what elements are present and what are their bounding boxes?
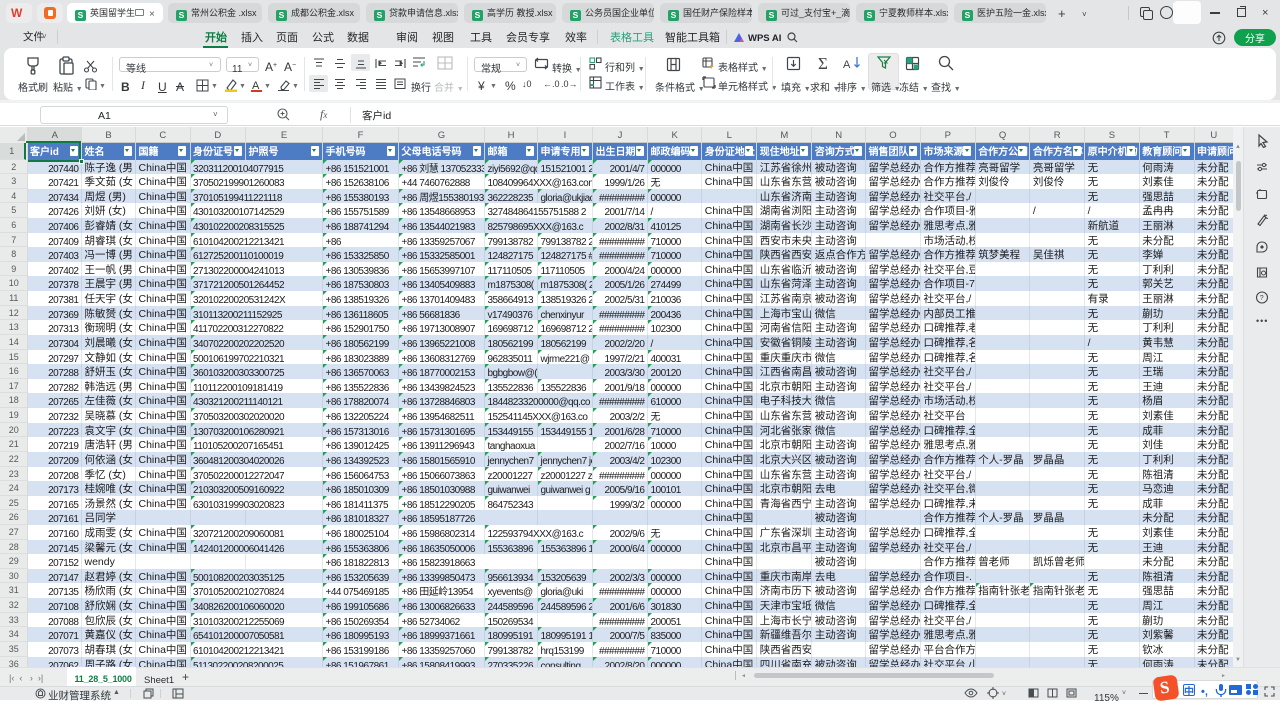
svg-text:?: ? bbox=[1260, 293, 1264, 303]
